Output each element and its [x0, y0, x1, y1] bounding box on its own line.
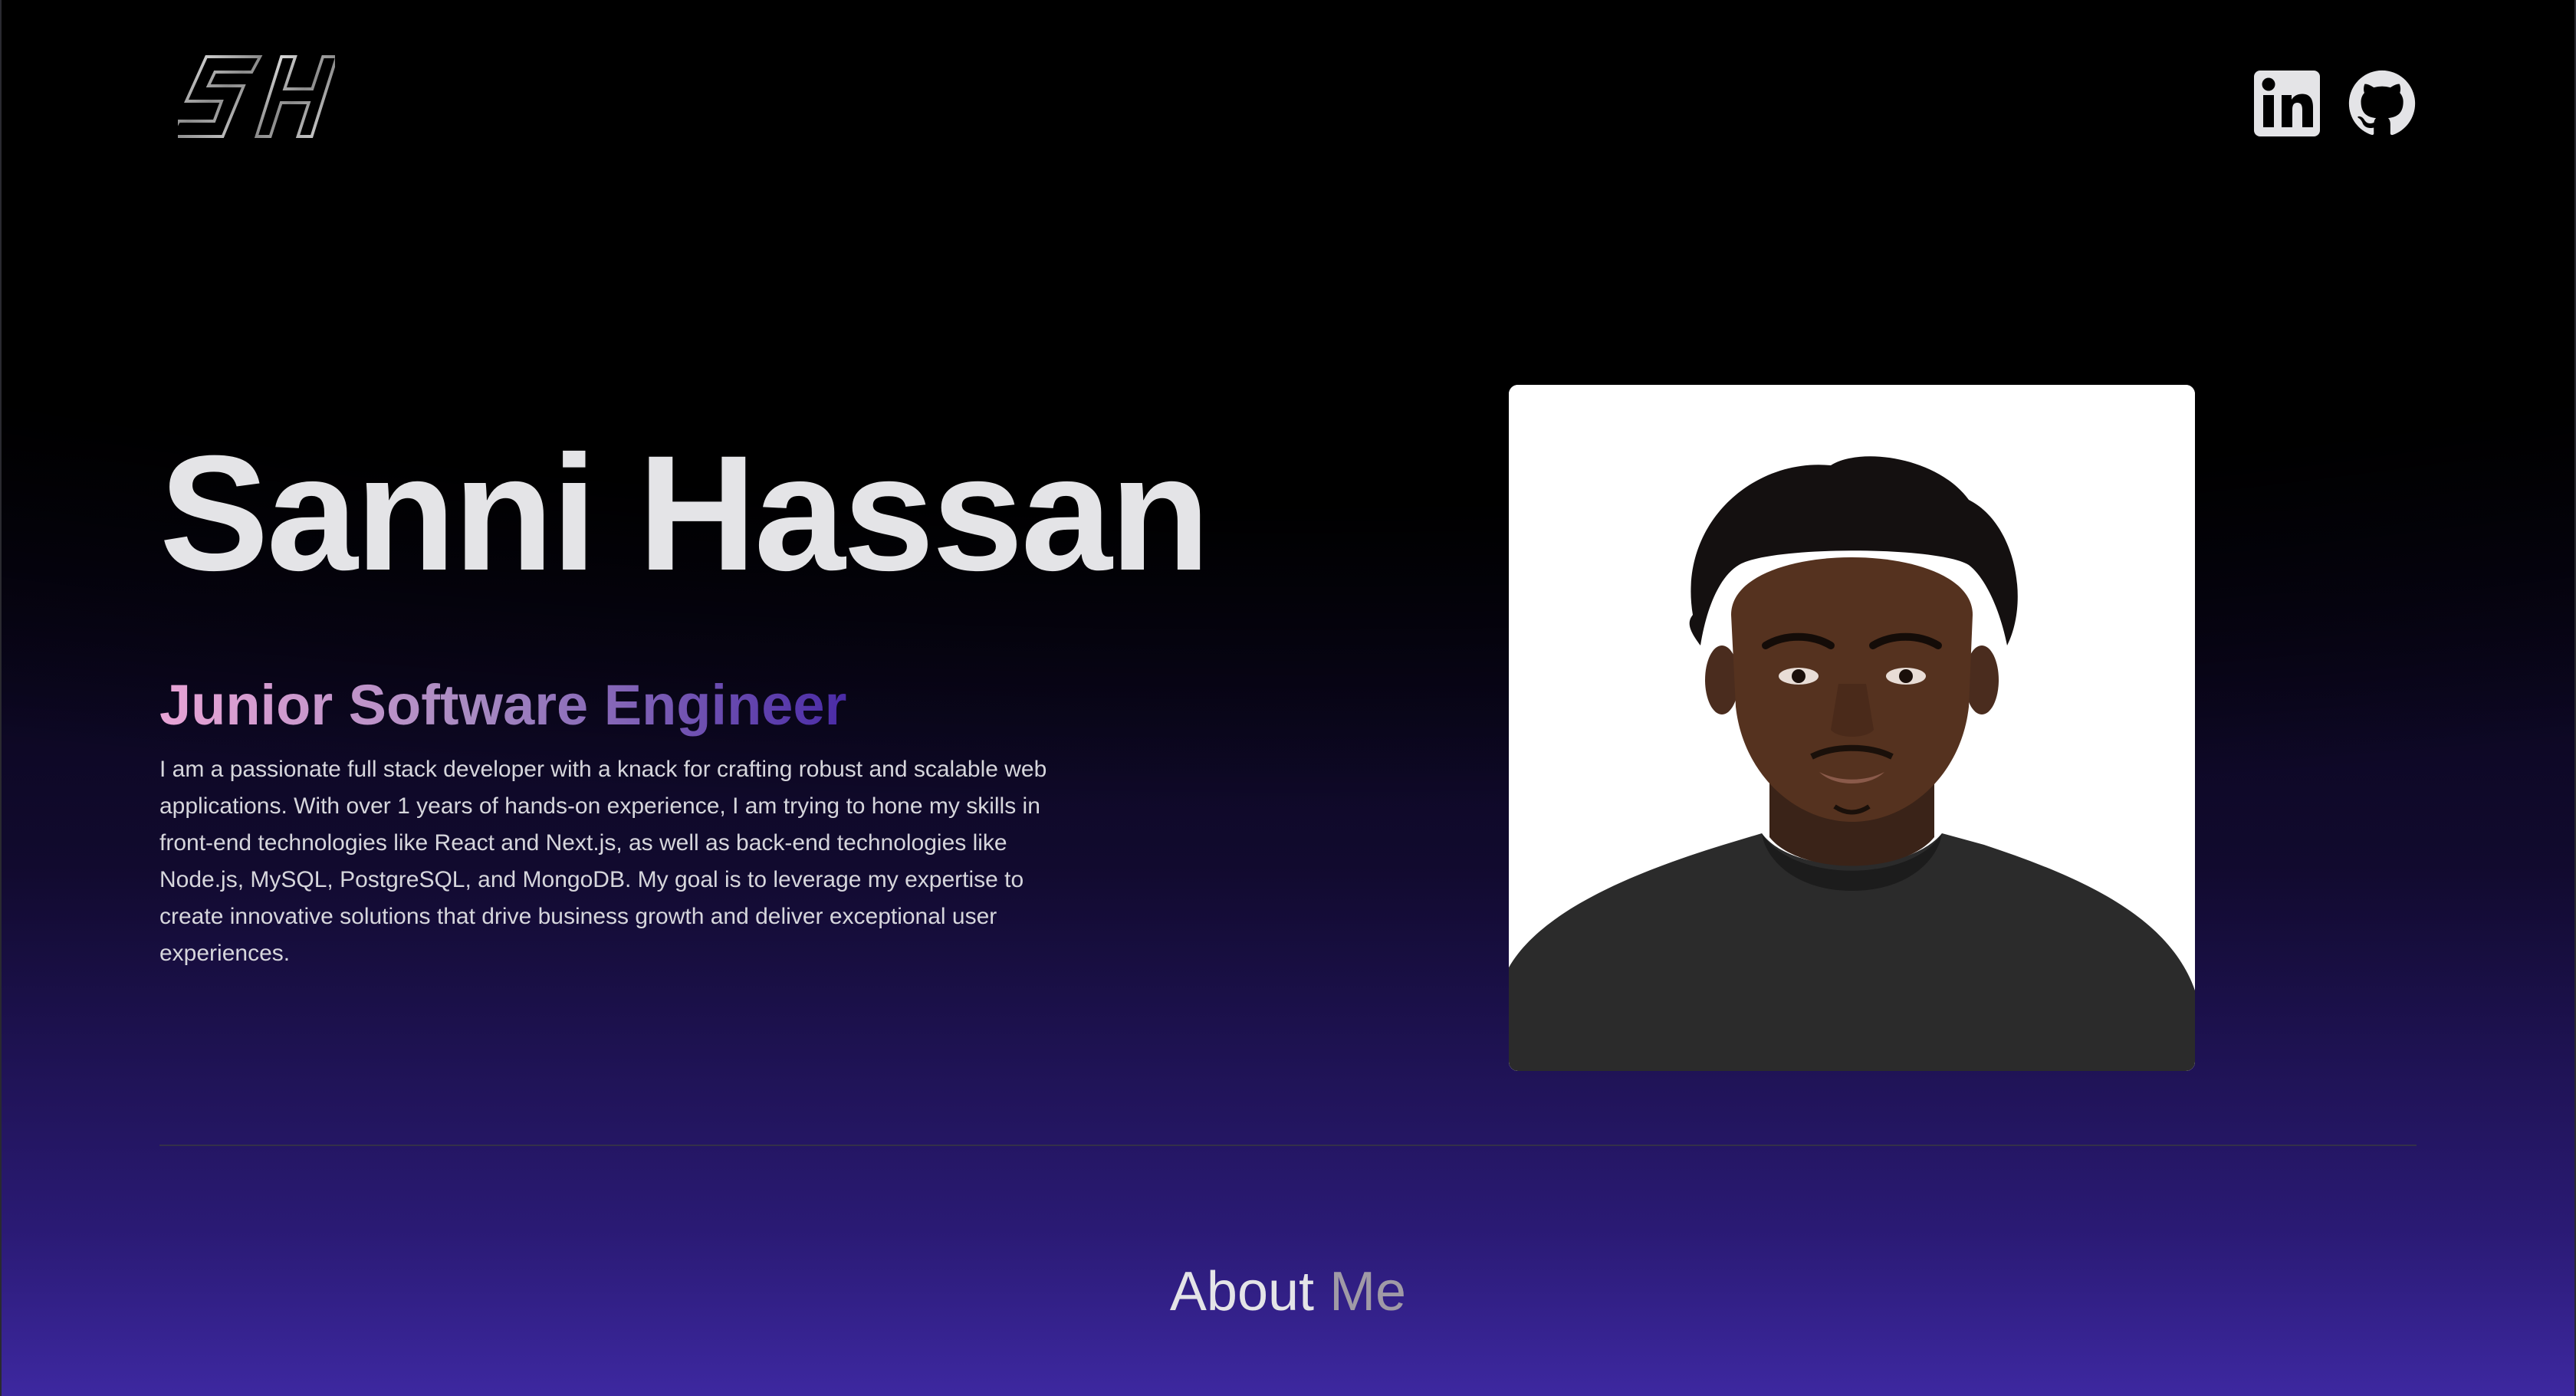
site-logo[interactable]	[168, 52, 339, 153]
linkedin-icon	[2254, 71, 2320, 136]
hero-role: Junior Software Engineer	[159, 671, 846, 740]
about-heading-word-1: About	[1169, 1261, 1315, 1322]
social-links	[2252, 69, 2417, 138]
about-heading-word-2: Me	[1329, 1261, 1407, 1322]
hero-bio: I am a passionate full stack developer w…	[159, 757, 1047, 966]
linkedin-link[interactable]	[2252, 69, 2321, 138]
github-icon	[2348, 70, 2416, 136]
about-heading: About Me	[0, 1257, 2576, 1326]
hero-intro: Sanni Hassan Junior Software Engineer I …	[159, 414, 1210, 966]
hero-name: Sanni Hassan	[159, 422, 1210, 605]
profile-photo	[1509, 385, 2195, 1071]
section-divider	[159, 1145, 2417, 1146]
github-link[interactable]	[2348, 69, 2417, 138]
